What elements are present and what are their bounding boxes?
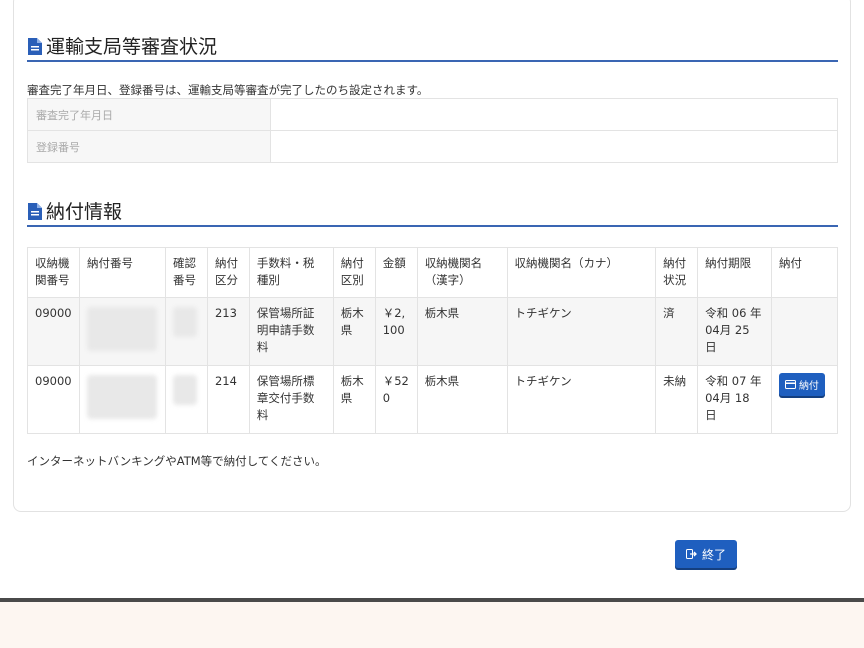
payment-status: 済 (655, 297, 699, 366)
registration-number-label: 登録番号 (27, 130, 271, 163)
agency-number: 09000 (27, 365, 80, 434)
credit-card-icon (784, 380, 796, 389)
fee-type: 保管場所標章交付手数料 (248, 365, 334, 434)
section-title-review: 運輸支局等審査状況 (27, 34, 838, 62)
agency-name-kanji: 栃木県 (416, 365, 508, 434)
col-header: 確認番号 (164, 247, 208, 298)
payment-instruction: インターネットバンキングやATM等で納付してください。 (27, 454, 327, 468)
payment-category: 213 (206, 297, 250, 366)
payment-number-redacted (78, 365, 166, 434)
document-icon (28, 203, 42, 220)
agency-name-kana: トチギケン (506, 365, 657, 434)
document-icon (28, 38, 42, 55)
review-table: 審査完了年月日 登録番号 (27, 98, 838, 163)
table-row: 09000 213 保管場所証明申請手数料 栃木県 ￥2,100 栃木県 トチギ… (27, 297, 839, 366)
payment-status: 未納 (655, 365, 699, 434)
payment-category: 214 (206, 365, 250, 434)
payment-district: 栃木県 (332, 365, 376, 434)
col-header: 納付状況 (655, 247, 699, 298)
agency-name-kanji: 栃木県 (416, 297, 508, 366)
exit-icon (685, 549, 697, 559)
payment-deadline: 令和 06 年 04月 25 日 (697, 297, 772, 366)
review-completion-date-label: 審査完了年月日 (27, 98, 271, 131)
section-title-text: 納付情報 (46, 201, 123, 223)
amount: ￥520 (374, 365, 418, 434)
col-header: 手数料・税種別 (248, 247, 334, 298)
col-header: 納付区分 (206, 247, 250, 298)
agency-number: 09000 (27, 297, 80, 366)
section-title-text: 運輸支局等審査状況 (46, 36, 218, 58)
pay-button[interactable]: 納付 (778, 373, 825, 396)
col-header: 納付区別 (332, 247, 376, 298)
col-header: 納付 (770, 247, 839, 298)
payment-table: 収納機関番号 納付番号 確認番号 納付区分 手数料・税種別 納付区別 金額 収納… (27, 247, 839, 434)
col-header: 収納機関名（漢字） (416, 247, 508, 298)
end-button-label: 終了 (701, 547, 726, 562)
payment-deadline: 令和 07 年 04月 18 日 (697, 365, 772, 434)
amount: ￥2,100 (374, 297, 418, 366)
registration-number-value (270, 130, 838, 163)
confirmation-number-redacted (164, 297, 208, 366)
col-header: 収納機関名（カナ） (506, 247, 657, 298)
table-row: 登録番号 (27, 130, 838, 163)
payment-number-redacted (78, 297, 166, 366)
payment-action-cell: 納付 (770, 365, 839, 434)
col-header: 収納機関番号 (27, 247, 80, 298)
section-title-payment: 納付情報 (27, 199, 838, 227)
col-header: 納付期限 (697, 247, 772, 298)
review-note: 審査完了年月日、登録番号は、運輸支局等審査が完了したのち設定されます。 (27, 83, 429, 97)
table-header-row: 収納機関番号 納付番号 確認番号 納付区分 手数料・税種別 納付区別 金額 収納… (27, 247, 839, 298)
payment-action-cell (770, 297, 839, 366)
col-header: 金額 (374, 247, 418, 298)
review-completion-date-value (270, 98, 838, 131)
pay-button-label: 納付 (798, 381, 819, 392)
col-header: 納付番号 (78, 247, 166, 298)
end-button[interactable]: 終了 (675, 540, 737, 568)
agency-name-kana: トチギケン (506, 297, 657, 366)
fee-type: 保管場所証明申請手数料 (248, 297, 334, 366)
table-row: 09000 214 保管場所標章交付手数料 栃木県 ￥520 栃木県 トチギケン… (27, 365, 839, 434)
confirmation-number-redacted (164, 365, 208, 434)
table-row: 審査完了年月日 (27, 98, 838, 131)
payment-district: 栃木県 (332, 297, 376, 366)
footer (0, 602, 864, 648)
